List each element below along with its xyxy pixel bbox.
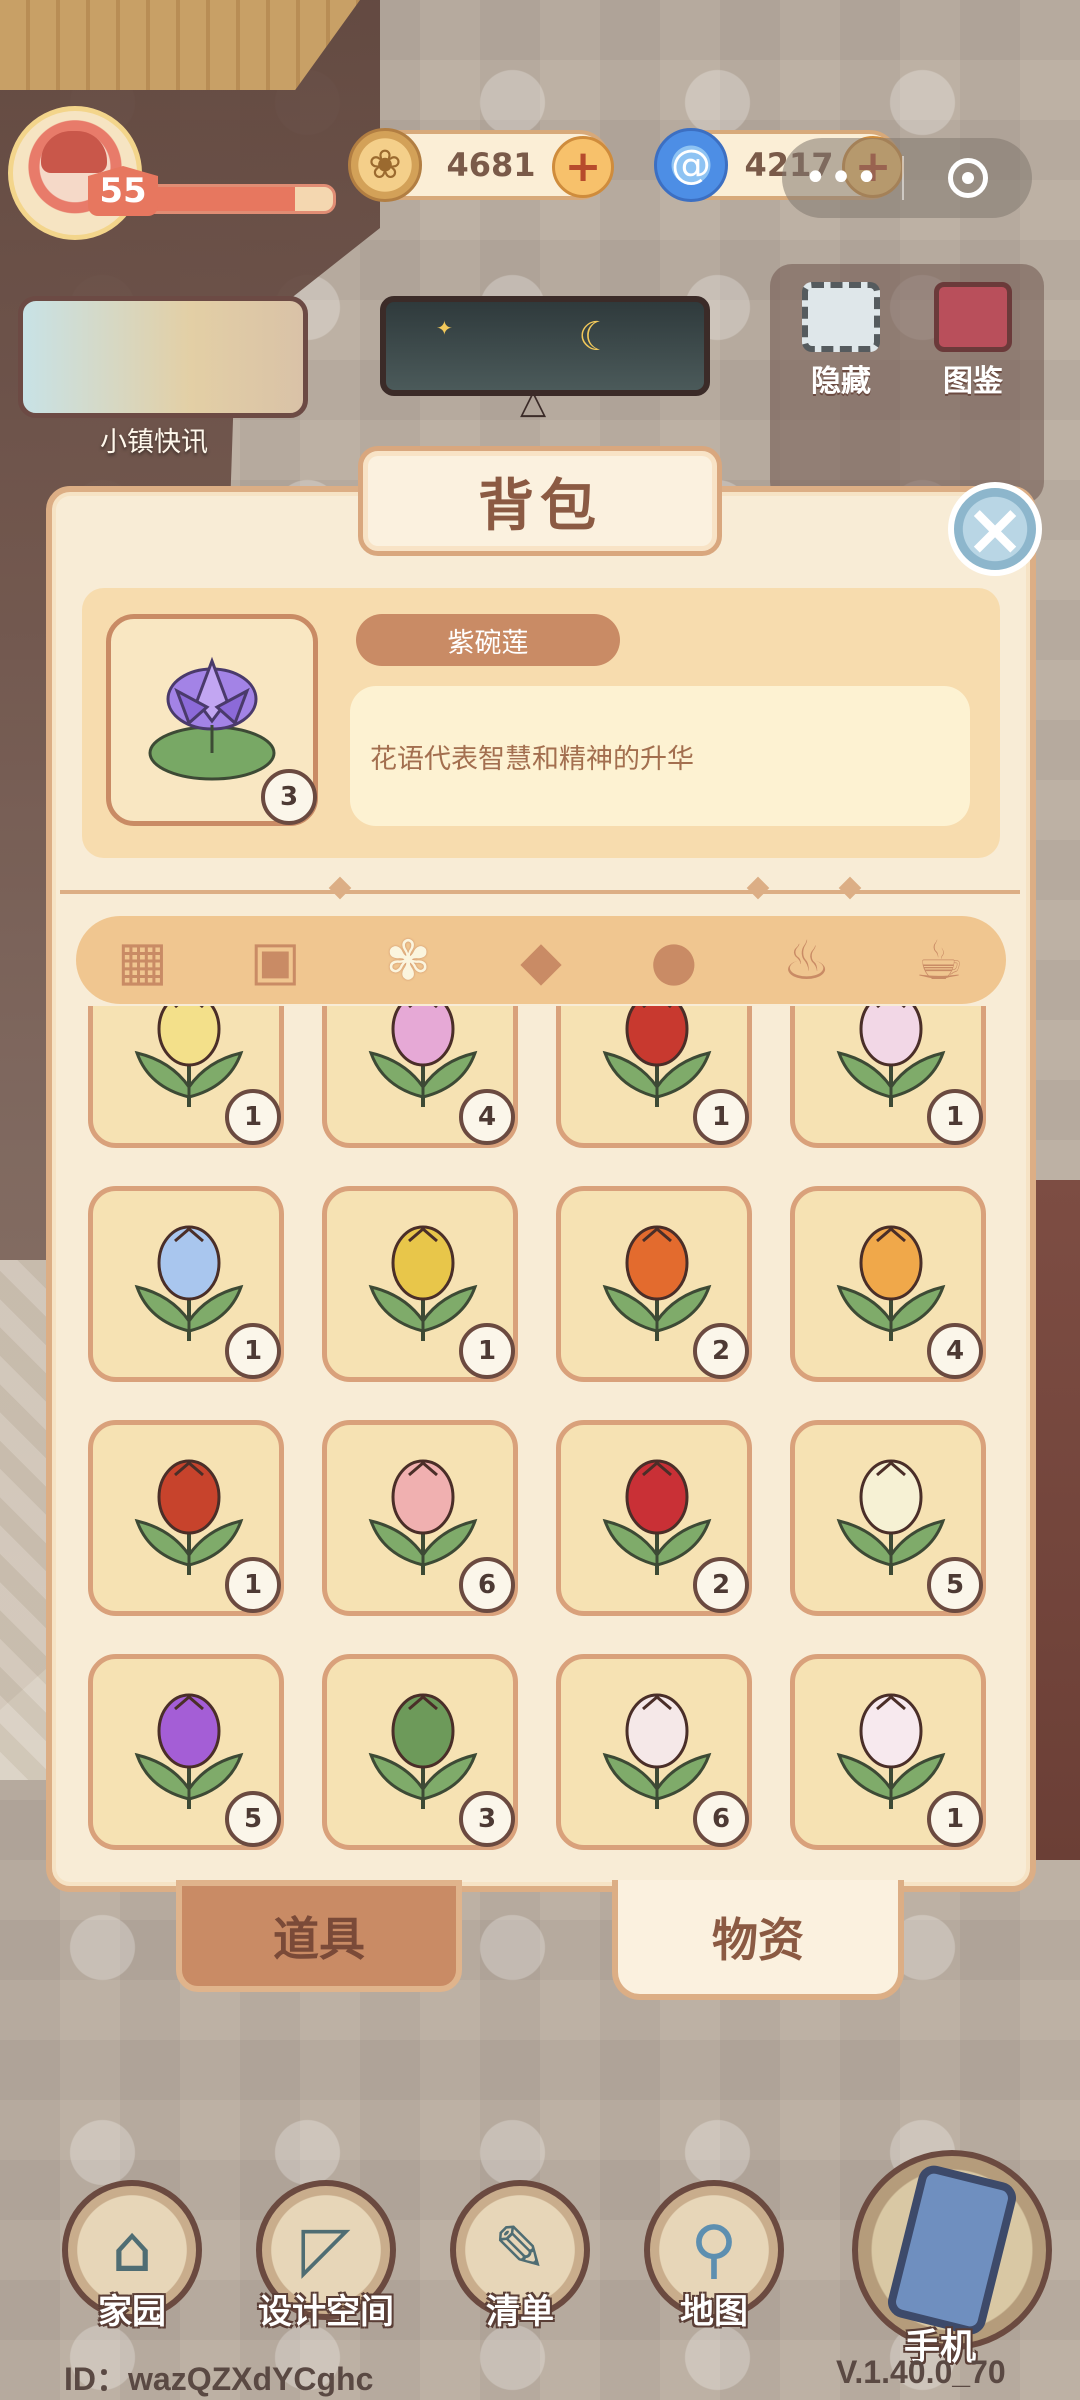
book-icon (934, 282, 1012, 352)
coin-value: 4681 (446, 146, 536, 184)
item-slot[interactable]: 6 (556, 1654, 752, 1850)
item-count-badge: 1 (225, 1557, 281, 1613)
item-slot[interactable]: 5 (88, 1654, 284, 1850)
item-slot[interactable]: 6 (322, 1420, 518, 1616)
phone-icon (884, 2162, 1020, 2338)
frame-icon (802, 282, 880, 352)
item-slot[interactable]: 3 (322, 1654, 518, 1850)
item-count-badge: 2 (693, 1323, 749, 1379)
more-button[interactable]: ••• (782, 155, 902, 201)
catalog-label: 图鉴 (943, 364, 1003, 399)
level-badge: 55 (88, 166, 158, 216)
tab-materials[interactable]: 物资 (612, 1880, 904, 2000)
close-button[interactable]: × (948, 482, 1042, 576)
close-miniprogram-button[interactable] (904, 158, 1032, 198)
item-slot[interactable]: 4 (790, 1186, 986, 1382)
item-slot[interactable]: 1 (88, 1186, 284, 1382)
avatar-hair (41, 131, 107, 173)
fish-icon[interactable]: ◆ (496, 923, 586, 997)
item-count-badge: 5 (225, 1791, 281, 1847)
item-count-badge: 1 (225, 1323, 281, 1379)
nav-design[interactable]: ◸ 设计空间 (256, 2180, 396, 2333)
news-card[interactable] (18, 296, 308, 418)
item-slot[interactable]: 4 (322, 1006, 518, 1148)
xp-bar (140, 184, 336, 214)
item-count-badge: 4 (459, 1089, 515, 1145)
item-count-badge: 5 (927, 1557, 983, 1613)
item-slot[interactable]: 1 (88, 1420, 284, 1616)
player-id: ID：wazQZXdYCghc (64, 2361, 374, 2397)
nav-design-label: 设计空间 (258, 2292, 394, 2332)
nav-home[interactable]: ⌂ 家园 (62, 2180, 202, 2333)
star-icon: ✦ (436, 316, 453, 340)
swirl-gem-icon: @ (654, 128, 728, 202)
item-slot[interactable]: 1 (556, 1006, 752, 1148)
backpack-title-plate: 背包 (358, 446, 722, 556)
purple-lotus-icon (148, 656, 276, 781)
item-count-badge: 4 (927, 1323, 983, 1379)
catalog-button[interactable]: 图鉴 (918, 282, 1028, 400)
nav-map[interactable]: ⚲ 地图 (644, 2180, 784, 2333)
miniprogram-capsule: ••• (782, 138, 1032, 218)
item-slot[interactable]: 1 (790, 1006, 986, 1148)
hide-label: 隐藏 (811, 364, 871, 399)
nav-map-label: 地图 (680, 2292, 748, 2332)
flower-sprig-icon[interactable]: ✾ (363, 923, 453, 997)
xp-fill (143, 187, 295, 211)
item-slot[interactable]: 5 (790, 1420, 986, 1616)
drumstick-icon[interactable]: ● (629, 923, 719, 997)
item-count-badge: 6 (693, 1791, 749, 1847)
target-icon (948, 158, 988, 198)
item-count-badge: 6 (459, 1557, 515, 1613)
item-name-label: 紫碗莲 (356, 614, 620, 666)
tab-tools[interactable]: 道具 (176, 1880, 462, 1992)
item-slot[interactable]: 2 (556, 1186, 752, 1382)
item-count-badge: 1 (927, 1089, 983, 1145)
selected-item-slot: 3 (106, 614, 318, 826)
pointer-triangle-icon: △ (520, 382, 547, 422)
nav-list-label: 清单 (486, 2292, 554, 2332)
coin-counter: ❀ 4681 + (348, 128, 614, 202)
nav-home-label: 家园 (98, 2292, 166, 2332)
moon-icon: ☾ (578, 314, 614, 360)
news-label: 小镇快讯 (100, 427, 208, 458)
panel-divider (60, 876, 1020, 900)
coin-icon: ❀ (348, 128, 422, 202)
item-count-badge: 1 (459, 1323, 515, 1379)
soup-bowl-icon[interactable]: ♨ (762, 923, 852, 997)
item-count-badge: 3 (459, 1791, 515, 1847)
grid-icon[interactable]: ▦ (97, 923, 187, 997)
item-slot[interactable]: 1 (322, 1186, 518, 1382)
add-coins-button[interactable]: + (552, 136, 614, 198)
item-slot[interactable]: 2 (556, 1420, 752, 1616)
item-slot[interactable]: 1 (790, 1654, 986, 1850)
item-grid: 1 4 1 1 1 1 2 4 1 6 2 5 5 3 6 1 (76, 1006, 1006, 1876)
selected-item-count: 3 (261, 769, 317, 825)
backpack-title: 背包 (478, 473, 602, 539)
item-count-badge: 1 (927, 1791, 983, 1847)
seed-icon[interactable]: ▣ (230, 923, 320, 997)
item-description: 花语代表智慧和精神的升华 (350, 686, 970, 826)
item-count-badge: 1 (693, 1089, 749, 1145)
version-label: V.1.40.0_70 (836, 2354, 1006, 2390)
item-count-badge: 1 (225, 1089, 281, 1145)
item-slot[interactable]: 1 (88, 1006, 284, 1148)
category-tab-bar: ▦ ▣ ✾ ◆ ● ♨ ☕ (76, 916, 1006, 1004)
time-of-day-widget[interactable]: ✦ ☾ (380, 296, 710, 396)
nav-list[interactable]: ✎ 清单 (450, 2180, 590, 2333)
hide-button[interactable]: 隐藏 (786, 282, 896, 400)
tea-cup-icon[interactable]: ☕ (894, 923, 984, 997)
item-count-badge: 2 (693, 1557, 749, 1613)
